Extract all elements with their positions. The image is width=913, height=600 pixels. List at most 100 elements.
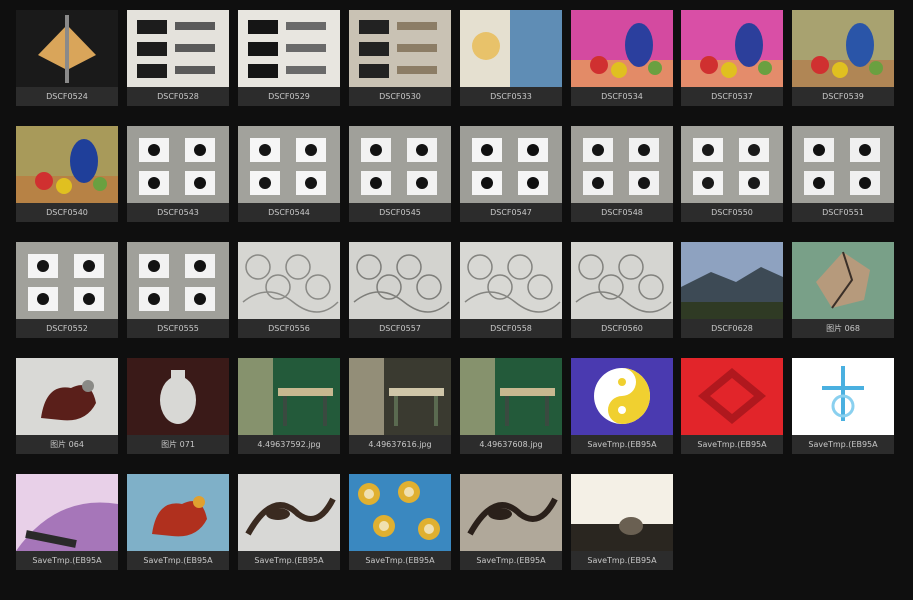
thumbnail-image [349, 126, 451, 203]
thumbnail-label: 4.49637608.jpg [460, 435, 562, 454]
thumbnail-label: DSCF0551 [792, 203, 894, 222]
thumbnail-label: DSCF0560 [571, 319, 673, 338]
thumbnail-image [460, 126, 562, 203]
thumbnail-grid: DSCF0524 DSCF0528 DSCF0529 DSCF0530 DSCF0533… [0, 0, 913, 600]
thumbnail-item[interactable]: SaveTmp.(EB95A [349, 474, 451, 570]
thumbnail-label: 图片 064 [16, 435, 118, 454]
thumbnail-label: DSCF0534 [571, 87, 673, 106]
thumbnail-item[interactable]: DSCF0533 [460, 10, 562, 106]
thumbnail-item[interactable]: SaveTmp.(EB95A [16, 474, 118, 570]
thumbnail-item[interactable]: DSCF0557 [349, 242, 451, 338]
thumbnail-item[interactable]: DSCF0543 [127, 126, 229, 222]
thumbnail-item[interactable]: 图片 071 [127, 358, 229, 454]
thumbnail-image [571, 474, 673, 551]
thumbnail-item[interactable]: 图片 068 [792, 242, 894, 338]
thumbnail-label: SaveTmp.(EB95A [460, 551, 562, 570]
thumbnail-item[interactable]: DSCF0550 [681, 126, 783, 222]
thumbnail-item[interactable]: SaveTmp.(EB95A [571, 474, 673, 570]
thumbnail-label: SaveTmp.(EB95A [127, 551, 229, 570]
thumbnail-label: DSCF0529 [238, 87, 340, 106]
thumbnail-image [571, 242, 673, 319]
thumbnail-item[interactable]: DSCF0528 [127, 10, 229, 106]
thumbnail-item[interactable]: SaveTmp.(EB95A [460, 474, 562, 570]
thumbnail-label: 图片 071 [127, 435, 229, 454]
thumbnail-label: SaveTmp.(EB95A [571, 435, 673, 454]
thumbnail-item[interactable]: DSCF0552 [16, 242, 118, 338]
thumbnail-item[interactable]: 4.49637608.jpg [460, 358, 562, 454]
thumbnail-item[interactable]: DSCF0547 [460, 126, 562, 222]
thumbnail-image [16, 474, 118, 551]
thumbnail-image [571, 126, 673, 203]
thumbnail-item[interactable]: DSCF0529 [238, 10, 340, 106]
thumbnail-image [792, 358, 894, 435]
thumbnail-image [127, 474, 229, 551]
thumbnail-image [16, 126, 118, 203]
thumbnail-image [792, 10, 894, 87]
thumbnail-item[interactable]: DSCF0555 [127, 242, 229, 338]
thumbnail-image [127, 10, 229, 87]
thumbnail-image [238, 474, 340, 551]
thumbnail-item[interactable]: DSCF0556 [238, 242, 340, 338]
thumbnail-label: DSCF0537 [681, 87, 783, 106]
thumbnail-item[interactable]: SaveTmp.(EB95A [127, 474, 229, 570]
thumbnail-image [16, 358, 118, 435]
thumbnail-label: DSCF0550 [681, 203, 783, 222]
thumbnail-label: SaveTmp.(EB95A [792, 435, 894, 454]
thumbnail-label: SaveTmp.(EB95A [238, 551, 340, 570]
thumbnail-item[interactable]: 4.49637592.jpg [238, 358, 340, 454]
thumbnail-label: DSCF0556 [238, 319, 340, 338]
thumbnail-item[interactable]: DSCF0524 [16, 10, 118, 106]
thumbnail-item[interactable]: 图片 064 [16, 358, 118, 454]
thumbnail-image [349, 358, 451, 435]
thumbnail-image [238, 358, 340, 435]
thumbnail-item[interactable]: SaveTmp.(EB95A [792, 358, 894, 454]
thumbnail-label: DSCF0545 [349, 203, 451, 222]
thumbnail-label: SaveTmp.(EB95A [349, 551, 451, 570]
thumbnail-label: DSCF0528 [127, 87, 229, 106]
thumbnail-item[interactable]: DSCF0558 [460, 242, 562, 338]
thumbnail-item[interactable]: DSCF0539 [792, 10, 894, 106]
thumbnail-image [460, 474, 562, 551]
thumbnail-item[interactable]: DSCF0548 [571, 126, 673, 222]
thumbnail-image [792, 126, 894, 203]
thumbnail-label: SaveTmp.(EB95A [16, 551, 118, 570]
thumbnail-image [681, 358, 783, 435]
thumbnail-label: DSCF0555 [127, 319, 229, 338]
thumbnail-item[interactable]: DSCF0551 [792, 126, 894, 222]
thumbnail-image [681, 242, 783, 319]
thumbnail-label: DSCF0552 [16, 319, 118, 338]
thumbnail-image [238, 126, 340, 203]
thumbnail-item[interactable]: DSCF0540 [16, 126, 118, 222]
thumbnail-image [460, 358, 562, 435]
thumbnail-item[interactable]: DSCF0537 [681, 10, 783, 106]
thumbnail-image [460, 242, 562, 319]
thumbnail-item[interactable]: DSCF0530 [349, 10, 451, 106]
thumbnail-image [127, 126, 229, 203]
thumbnail-label: DSCF0533 [460, 87, 562, 106]
thumbnail-label: DSCF0539 [792, 87, 894, 106]
thumbnail-item[interactable]: DSCF0560 [571, 242, 673, 338]
thumbnail-image [16, 242, 118, 319]
thumbnail-label: 4.49637592.jpg [238, 435, 340, 454]
thumbnail-item[interactable]: DSCF0544 [238, 126, 340, 222]
thumbnail-label: SaveTmp.(EB95A [571, 551, 673, 570]
thumbnail-image [127, 242, 229, 319]
thumbnail-item[interactable]: DSCF0545 [349, 126, 451, 222]
thumbnail-image [349, 242, 451, 319]
thumbnail-item[interactable]: SaveTmp.(EB95A [571, 358, 673, 454]
thumbnail-label: DSCF0530 [349, 87, 451, 106]
thumbnail-image [349, 10, 451, 87]
thumbnail-item[interactable]: 4.49637616.jpg [349, 358, 451, 454]
thumbnail-image [571, 358, 673, 435]
thumbnail-label: 图片 068 [792, 319, 894, 338]
thumbnail-image [681, 126, 783, 203]
thumbnail-image [681, 10, 783, 87]
thumbnail-image [127, 358, 229, 435]
thumbnail-item[interactable]: SaveTmp.(EB95A [238, 474, 340, 570]
thumbnail-item[interactable]: DSCF0628 [681, 242, 783, 338]
thumbnail-image [349, 474, 451, 551]
thumbnail-item[interactable]: SaveTmp.(EB95A [681, 358, 783, 454]
thumbnail-label: DSCF0548 [571, 203, 673, 222]
thumbnail-label: DSCF0540 [16, 203, 118, 222]
thumbnail-item[interactable]: DSCF0534 [571, 10, 673, 106]
